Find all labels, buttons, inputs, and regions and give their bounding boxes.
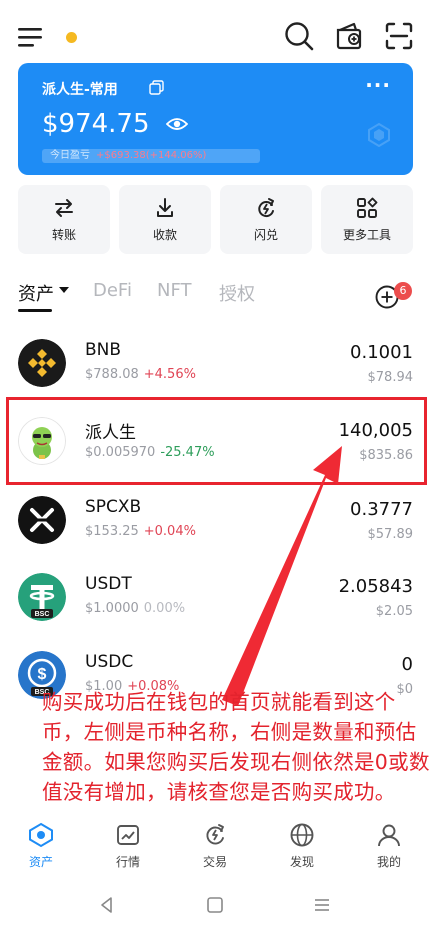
search-icon[interactable]: [283, 20, 315, 52]
copy-icon[interactable]: [149, 80, 164, 95]
eye-icon[interactable]: [166, 116, 188, 132]
nav-profile[interactable]: 我的: [359, 822, 419, 870]
token-amount: 2.05843: [338, 576, 413, 597]
market-icon: [117, 825, 139, 845]
token-change: +0.04%: [143, 524, 196, 539]
swap-icon: [258, 198, 274, 218]
swap-label: 闪兑: [253, 228, 278, 242]
nav-label: 发现: [289, 855, 314, 869]
token-price-line: $1.0000 0.00%: [85, 601, 185, 616]
nav-label: 我的: [376, 855, 401, 869]
wallet-name: 派人生-常用: [42, 82, 118, 98]
notification-badge: 6: [394, 282, 412, 300]
discover-icon: [290, 823, 314, 847]
token-value: $78.94: [367, 370, 414, 385]
more-tools-button[interactable]: 更多工具: [321, 185, 413, 254]
bottom-nav: 资产 行情 交易 发现 我的: [0, 818, 433, 876]
top-bar: [18, 18, 415, 58]
token-amount: 0: [401, 654, 413, 675]
swap-button[interactable]: 闪兑: [220, 185, 312, 254]
chevron-down-icon[interactable]: [59, 287, 69, 293]
wallet-balance: $974.75: [42, 109, 150, 139]
svg-text:$: $: [38, 666, 47, 683]
token-name: BNB: [85, 340, 122, 360]
more-options-button[interactable]: ···: [365, 73, 391, 97]
more-tools-label: 更多工具: [342, 228, 391, 242]
nav-label: 交易: [202, 855, 227, 869]
token-price-line: $153.25 +0.04%: [85, 524, 196, 539]
token-name: SPCXB: [85, 497, 142, 517]
token-price-line: $788.08 +4.56%: [85, 367, 196, 382]
tools-icon: [357, 197, 378, 218]
nav-discover[interactable]: 发现: [272, 822, 332, 870]
tab-nft[interactable]: NFT: [157, 280, 192, 301]
token-row-bnb[interactable]: BNB $788.08 +4.56% 0.1001 $78.94: [18, 333, 413, 397]
svg-text:BSC: BSC: [35, 611, 50, 618]
token-row-usdt[interactable]: BSC USDT $1.0000 0.00% 2.05843 $2.05: [18, 567, 413, 631]
menu-icon[interactable]: [18, 26, 44, 48]
pnl-label: 今日盈亏: [50, 150, 90, 161]
highlight-box: [6, 397, 427, 485]
nav-assets[interactable]: 资产: [11, 822, 71, 870]
system-nav-bar: [0, 886, 433, 932]
usdt-logo: BSC: [18, 573, 66, 621]
nav-label: 行情: [115, 855, 140, 869]
pnl-value: +$693.38(+144.06%): [96, 150, 207, 161]
annotation-text: 购买成功后在钱包的首页就能看到这个币，左侧是币种名称，右侧是数量和预估金额。如果…: [42, 690, 430, 804]
profile-icon: [378, 824, 400, 847]
tab-assets[interactable]: 资产: [18, 280, 54, 306]
wallet-add-icon[interactable]: [333, 20, 365, 52]
transfer-icon: [55, 199, 73, 217]
back-icon[interactable]: [98, 896, 116, 914]
token-price: $788.08: [85, 367, 139, 382]
token-value: $2.05: [375, 604, 413, 619]
receive-icon: [157, 198, 173, 217]
receive-button[interactable]: 收款: [119, 185, 211, 254]
token-amount: 0.1001: [350, 342, 413, 363]
bnb-logo: [18, 339, 66, 387]
transfer-label: 转账: [51, 228, 76, 242]
transfer-button[interactable]: 转账: [18, 185, 110, 254]
token-change: 0.00%: [143, 601, 186, 616]
assets-icon: [29, 822, 53, 848]
status-dot: [66, 32, 77, 43]
token-name: USDT: [85, 574, 132, 594]
home-icon[interactable]: [206, 896, 224, 914]
token-change: +4.56%: [143, 367, 196, 382]
nav-market[interactable]: 行情: [98, 822, 158, 870]
token-name: USDC: [85, 652, 134, 672]
token-row-spcxb[interactable]: SPCXB $153.25 +0.04% 0.3777 $57.89: [18, 490, 413, 554]
token-value: $57.89: [367, 527, 414, 542]
token-amount: 0.3777: [350, 499, 413, 520]
tab-defi[interactable]: DeFi: [93, 280, 132, 301]
asset-tabs: 资产 DeFi NFT 授权 6: [18, 278, 413, 314]
quick-actions: 转账 收款 闪兑 更多工具: [18, 185, 413, 254]
recents-icon[interactable]: [313, 896, 331, 914]
token-price: $1.0000: [85, 601, 139, 616]
wallet-card[interactable]: 派人生-常用 ··· $974.75 今日盈亏 +$693.38(+144.06%…: [18, 63, 413, 175]
trade-icon: [206, 824, 224, 845]
receive-label: 收款: [152, 228, 177, 242]
active-tab-indicator: [18, 309, 52, 312]
scan-icon[interactable]: [383, 20, 415, 52]
daily-pnl[interactable]: 今日盈亏 +$693.38(+144.06%): [42, 149, 260, 163]
spcxb-logo: [18, 496, 66, 544]
tab-authorize[interactable]: 授权: [219, 280, 255, 306]
nav-trade[interactable]: 交易: [185, 822, 245, 870]
nav-label: 资产: [28, 855, 53, 869]
chain-watermark-icon: [368, 123, 390, 147]
token-price: $153.25: [85, 524, 139, 539]
